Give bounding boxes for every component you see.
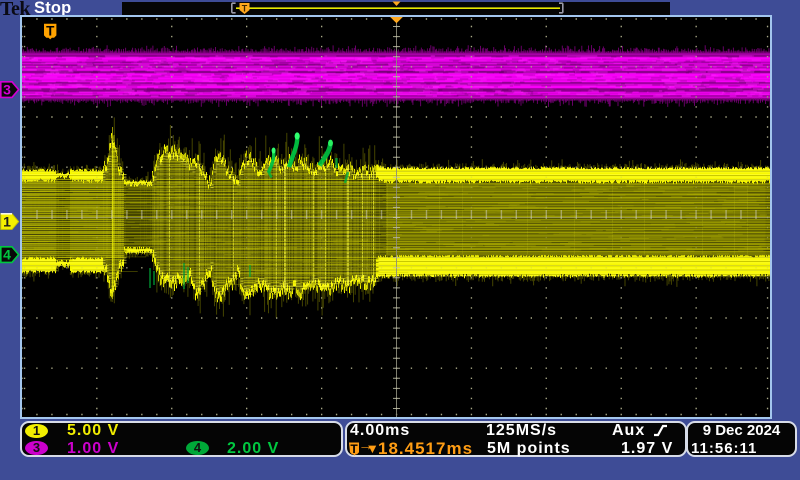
svg-text:T: T [46,24,55,39]
svg-text:1: 1 [3,213,11,229]
svg-text:T: T [242,4,248,14]
svg-text:4: 4 [3,246,11,262]
svg-text:3: 3 [3,81,11,97]
